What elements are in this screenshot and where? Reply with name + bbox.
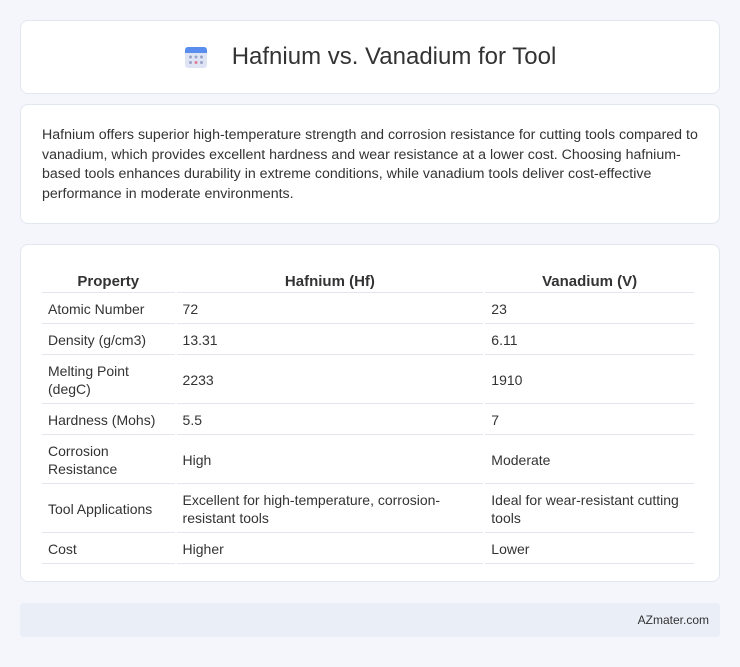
calendar-grid-icon [184, 47, 207, 68]
header-property: Property [42, 269, 175, 293]
table-row: Atomic Number 72 23 [42, 295, 694, 324]
title-wrap: Hafnium vs. Vanadium for Tool [184, 43, 557, 71]
vanadium-cell: 23 [485, 295, 694, 324]
footer: AZmater.com [20, 603, 720, 637]
hafnium-cell: Excellent for high-temperature, corrosio… [176, 486, 484, 533]
summary-card: Hafnium offers superior high-temperature… [20, 104, 720, 224]
vanadium-cell: Ideal for wear-resistant cutting tools [485, 486, 694, 533]
vanadium-cell: 6.11 [485, 326, 694, 355]
vanadium-cell: Lower [485, 535, 694, 564]
property-cell: Atomic Number [42, 295, 175, 324]
hafnium-cell: Higher [176, 535, 484, 564]
property-cell: Corrosion Resistance [42, 437, 175, 484]
comparison-table: Property Hafnium (Hf) Vanadium (V) Atomi… [40, 267, 696, 566]
table-row: Melting Point (degC) 2233 1910 [42, 357, 694, 404]
footer-brand[interactable]: AZmater.com [638, 613, 709, 627]
hafnium-cell: 2233 [176, 357, 484, 404]
table-row: Cost Higher Lower [42, 535, 694, 564]
header-hafnium: Hafnium (Hf) [176, 269, 484, 293]
table-row: Corrosion Resistance High Moderate [42, 437, 694, 484]
vanadium-cell: 1910 [485, 357, 694, 404]
table-row: Hardness (Mohs) 5.5 7 [42, 406, 694, 435]
hafnium-cell: 72 [176, 295, 484, 324]
vanadium-cell: Moderate [485, 437, 694, 484]
table-card: Property Hafnium (Hf) Vanadium (V) Atomi… [20, 244, 720, 582]
hafnium-cell: High [176, 437, 484, 484]
property-cell: Melting Point (degC) [42, 357, 175, 404]
header-card: Hafnium vs. Vanadium for Tool [20, 20, 720, 94]
hafnium-cell: 5.5 [176, 406, 484, 435]
table-row: Tool Applications Excellent for high-tem… [42, 486, 694, 533]
property-cell: Tool Applications [42, 486, 175, 533]
table-header-row: Property Hafnium (Hf) Vanadium (V) [42, 269, 694, 293]
table-row: Density (g/cm3) 13.31 6.11 [42, 326, 694, 355]
vanadium-cell: 7 [485, 406, 694, 435]
property-cell: Cost [42, 535, 175, 564]
header-vanadium: Vanadium (V) [485, 269, 694, 293]
hafnium-cell: 13.31 [176, 326, 484, 355]
summary-text: Hafnium offers superior high-temperature… [42, 127, 698, 202]
property-cell: Density (g/cm3) [42, 326, 175, 355]
page-title: Hafnium vs. Vanadium for Tool [231, 43, 557, 70]
property-cell: Hardness (Mohs) [42, 406, 175, 435]
